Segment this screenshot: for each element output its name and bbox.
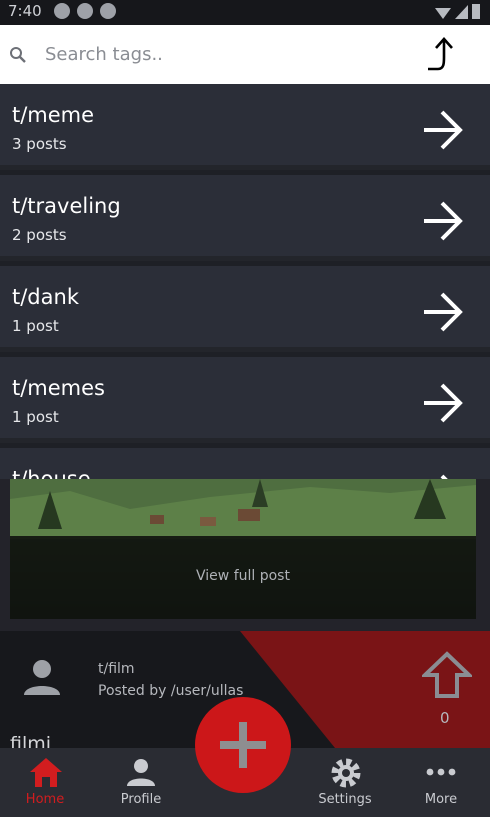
arrow-right-icon[interactable] xyxy=(420,199,466,243)
tag-name: t/traveling xyxy=(12,194,121,218)
tag-search-bar[interactable]: Search tags.. xyxy=(0,25,490,84)
nav-more-label: More xyxy=(424,792,458,807)
tag-post-count: 1 post xyxy=(12,408,59,426)
nav-home-label: Home xyxy=(25,792,65,807)
home-icon xyxy=(30,758,62,787)
plus-icon xyxy=(220,722,266,768)
tag-item-dank[interactable]: t/dank 1 post xyxy=(0,266,490,352)
post-title: filmi xyxy=(10,733,52,748)
arrow-right-icon[interactable] xyxy=(420,381,466,425)
more-dots-icon xyxy=(426,768,456,776)
tag-name: t/memes xyxy=(12,376,106,400)
tag-name: t/meme xyxy=(12,103,95,127)
view-full-post-link[interactable]: View full post xyxy=(10,568,476,584)
upvote-icon[interactable] xyxy=(422,651,472,699)
tag-post-count: 3 posts xyxy=(12,135,67,153)
nav-settings-label: Settings xyxy=(318,792,372,807)
tag-item-memes[interactable]: t/memes 1 post xyxy=(0,357,490,443)
arrow-right-icon[interactable] xyxy=(420,108,466,152)
return-up-icon[interactable] xyxy=(424,35,460,75)
tag-name: t/house xyxy=(12,467,91,479)
status-system-icons xyxy=(435,4,480,19)
post-tag[interactable]: t/film xyxy=(98,661,135,677)
nav-profile[interactable]: Profile xyxy=(96,748,186,817)
sync-status-icon xyxy=(100,3,116,19)
tag-name: t/dank xyxy=(12,285,79,309)
app-status-icon xyxy=(77,3,93,19)
search-icon xyxy=(10,47,26,63)
nav-settings[interactable]: Settings xyxy=(300,748,390,817)
tag-post-count: 2 posts xyxy=(12,226,67,244)
nav-more[interactable]: More xyxy=(396,748,486,817)
profile-icon xyxy=(127,759,155,786)
arrow-right-icon[interactable] xyxy=(420,472,466,479)
wifi-icon xyxy=(435,7,451,19)
tag-item-house[interactable]: t/house xyxy=(0,448,490,479)
post-author[interactable]: Posted by /user/ullas xyxy=(98,683,243,699)
status-time: 7:40 xyxy=(8,2,42,20)
vote-count: 0 xyxy=(440,709,450,727)
battery-icon xyxy=(472,4,480,19)
arrow-right-icon[interactable] xyxy=(420,290,466,334)
tag-item-meme[interactable]: t/meme 3 posts xyxy=(0,84,490,170)
tag-list: t/meme 3 posts t/traveling 2 posts t/dan… xyxy=(0,84,490,479)
status-notification-icons xyxy=(54,3,116,19)
gear-status-icon xyxy=(54,3,70,19)
status-bar: 7:40 xyxy=(0,0,490,25)
user-avatar-icon xyxy=(24,660,60,695)
tag-item-traveling[interactable]: t/traveling 2 posts xyxy=(0,175,490,261)
post-image[interactable]: View full post xyxy=(10,479,476,619)
create-post-button[interactable] xyxy=(195,697,291,793)
search-input[interactable]: Search tags.. xyxy=(45,44,163,65)
signal-icon xyxy=(455,5,468,19)
gear-icon xyxy=(331,758,361,788)
nav-profile-label: Profile xyxy=(120,792,162,807)
landscape-image xyxy=(10,479,476,539)
nav-home[interactable]: Home xyxy=(0,748,90,817)
tag-post-count: 1 post xyxy=(12,317,59,335)
